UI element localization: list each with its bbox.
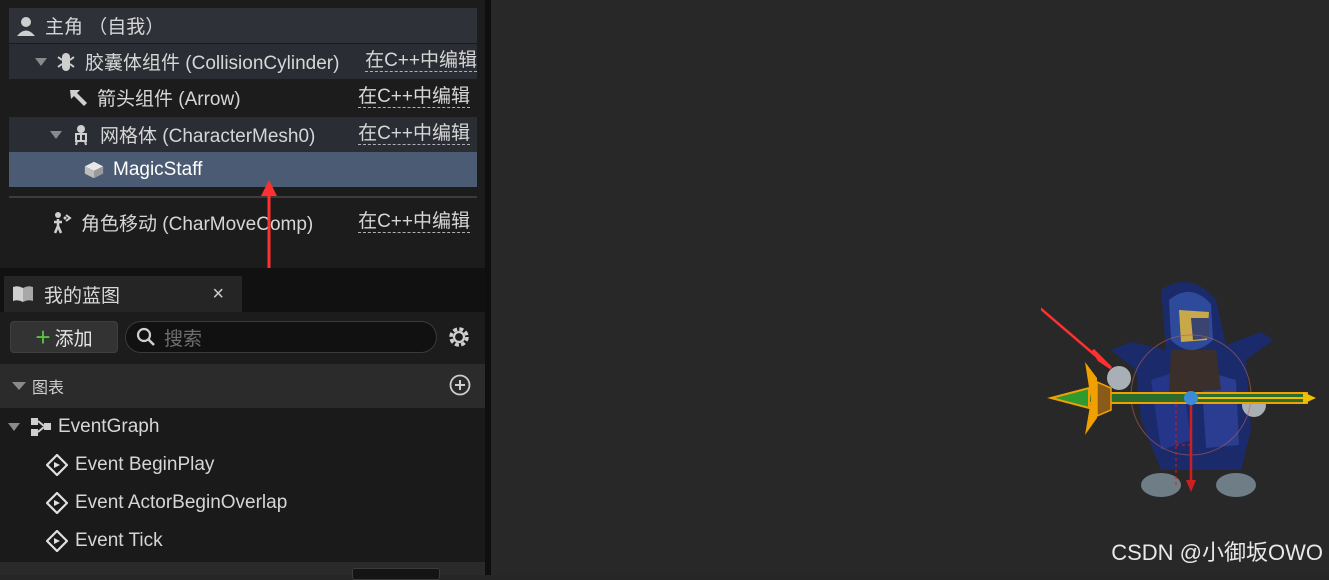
mesh-edit-cpp-link[interactable]: 在C++中编辑 [358, 124, 470, 145]
arrow-icon [67, 87, 89, 109]
user-icon [15, 15, 37, 37]
movement-edit-cpp-link[interactable]: 在C++中编辑 [358, 212, 470, 233]
component-row-arrow[interactable]: 箭头组件 (Arrow) 在C++中编辑 [9, 80, 477, 115]
component-arrow-label: 箭头组件 (Arrow) [97, 89, 241, 110]
graph-icon [30, 417, 52, 437]
partial-button[interactable] [352, 568, 440, 580]
event-label: Event ActorBeginOverlap [75, 492, 288, 513]
component-row-movement[interactable]: 角色移动 (CharMoveComp) 在C++中编辑 [9, 205, 477, 240]
add-button[interactable]: + 添加 [10, 321, 118, 353]
add-button-label: 添加 [54, 328, 93, 350]
search-placeholder: 搜索 [164, 328, 203, 350]
tab-my-blueprint[interactable]: 我的蓝图 × [4, 276, 242, 312]
static-mesh-icon [83, 159, 105, 181]
close-icon[interactable]: × [212, 283, 224, 306]
movement-icon [51, 211, 73, 234]
component-row-magicstaff[interactable]: MagicStaff [9, 152, 477, 187]
event-item[interactable]: Event Tick [46, 528, 163, 554]
component-row-mesh[interactable]: 网格体 (CharacterMesh0) 在C++中编辑 [9, 117, 477, 152]
blueprint-tabbar: 我的蓝图 × [0, 268, 485, 312]
component-row-capsule[interactable]: 胶囊体组件 (CollisionCylinder) 在C++中编辑 [9, 44, 477, 79]
tab-my-blueprint-title: 我的蓝图 [44, 285, 121, 307]
event-item[interactable]: Event BeginPlay [46, 452, 214, 478]
section-graphs-label: 图表 [32, 380, 65, 397]
capsule-icon [55, 51, 77, 73]
search-input[interactable]: 搜索 [125, 321, 437, 353]
character-with-staff [1041, 282, 1316, 497]
collapse-caret-icon[interactable] [12, 382, 26, 390]
event-label: Event Tick [75, 530, 163, 551]
arrow-edit-cpp-link[interactable]: 在C++中编辑 [358, 87, 470, 108]
blueprint-toolbar: + 添加 搜索 [0, 312, 485, 364]
event-graph-label: EventGraph [58, 416, 160, 437]
expand-caret-icon[interactable] [8, 423, 20, 431]
gear-icon[interactable] [446, 324, 472, 350]
event-item[interactable]: Event ActorBeginOverlap [46, 490, 287, 516]
left-panel: 主角 （自我） 胶囊体组件 (CollisionCylinder) 在C++中编… [0, 0, 485, 580]
event-icon [46, 454, 68, 476]
event-icon [46, 530, 68, 552]
component-magicstaff-label: MagicStaff [113, 158, 203, 180]
plus-icon: + [35, 322, 51, 352]
viewport[interactable]: CSDN @小御坂OWO [491, 0, 1329, 575]
component-mesh-label: 网格体 (CharacterMesh0) [100, 126, 316, 147]
component-row-root[interactable]: 主角 （自我） [9, 8, 477, 43]
event-graph-item[interactable]: EventGraph [8, 414, 159, 440]
component-capsule-label: 胶囊体组件 (CollisionCylinder) [85, 53, 340, 74]
watermark: CSDN @小御坂OWO [1111, 540, 1323, 565]
event-label: Event BeginPlay [75, 454, 215, 475]
annotation-arrow-up [261, 180, 277, 272]
add-circle-icon[interactable] [449, 374, 471, 396]
tree-separator [9, 196, 477, 198]
component-root-label: 主角 （自我） [45, 17, 165, 38]
book-icon [12, 285, 34, 303]
skeletal-mesh-icon [70, 124, 92, 146]
expand-caret-icon[interactable] [50, 130, 62, 139]
event-icon [46, 492, 68, 514]
expand-caret-icon[interactable] [35, 57, 47, 66]
components-tree: 主角 （自我） 胶囊体组件 (CollisionCylinder) 在C++中编… [0, 0, 485, 272]
capsule-edit-cpp-link[interactable]: 在C++中编辑 [365, 51, 477, 72]
section-graphs-header[interactable]: 图表 [0, 364, 485, 408]
search-icon [136, 327, 156, 347]
